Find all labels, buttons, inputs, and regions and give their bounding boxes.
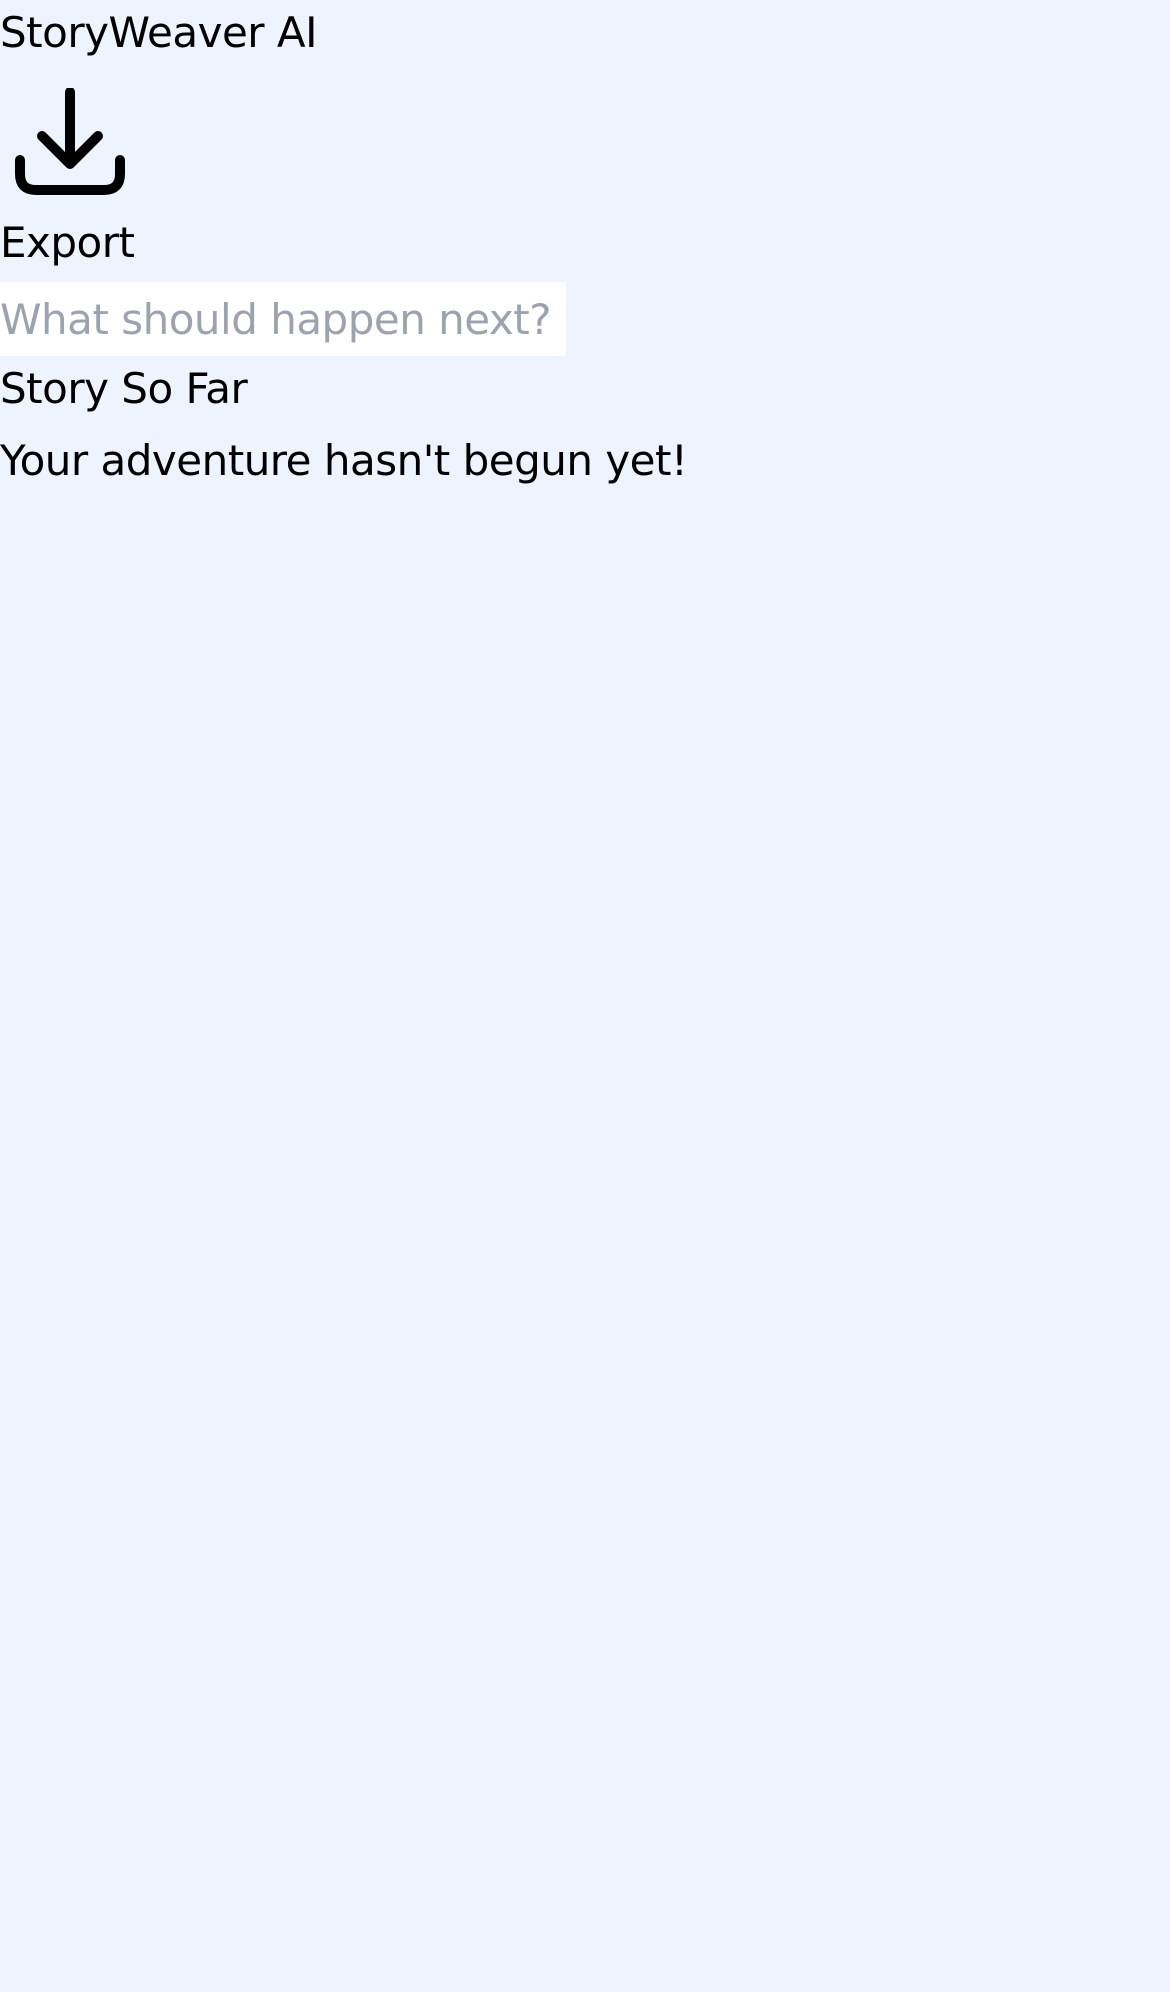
story-prompt-input[interactable]: [0, 282, 566, 356]
story-empty-message: Your adventure hasn't begun yet!: [0, 436, 688, 485]
download-icon: [14, 88, 126, 200]
export-button[interactable]: Export: [0, 82, 160, 272]
app-title: StoryWeaver AI: [0, 8, 318, 57]
export-label: Export: [0, 218, 135, 267]
app-root: StoryWeaver AI Export Story So Far Your …: [0, 0, 1170, 1992]
story-so-far-heading: Story So Far: [0, 364, 248, 413]
